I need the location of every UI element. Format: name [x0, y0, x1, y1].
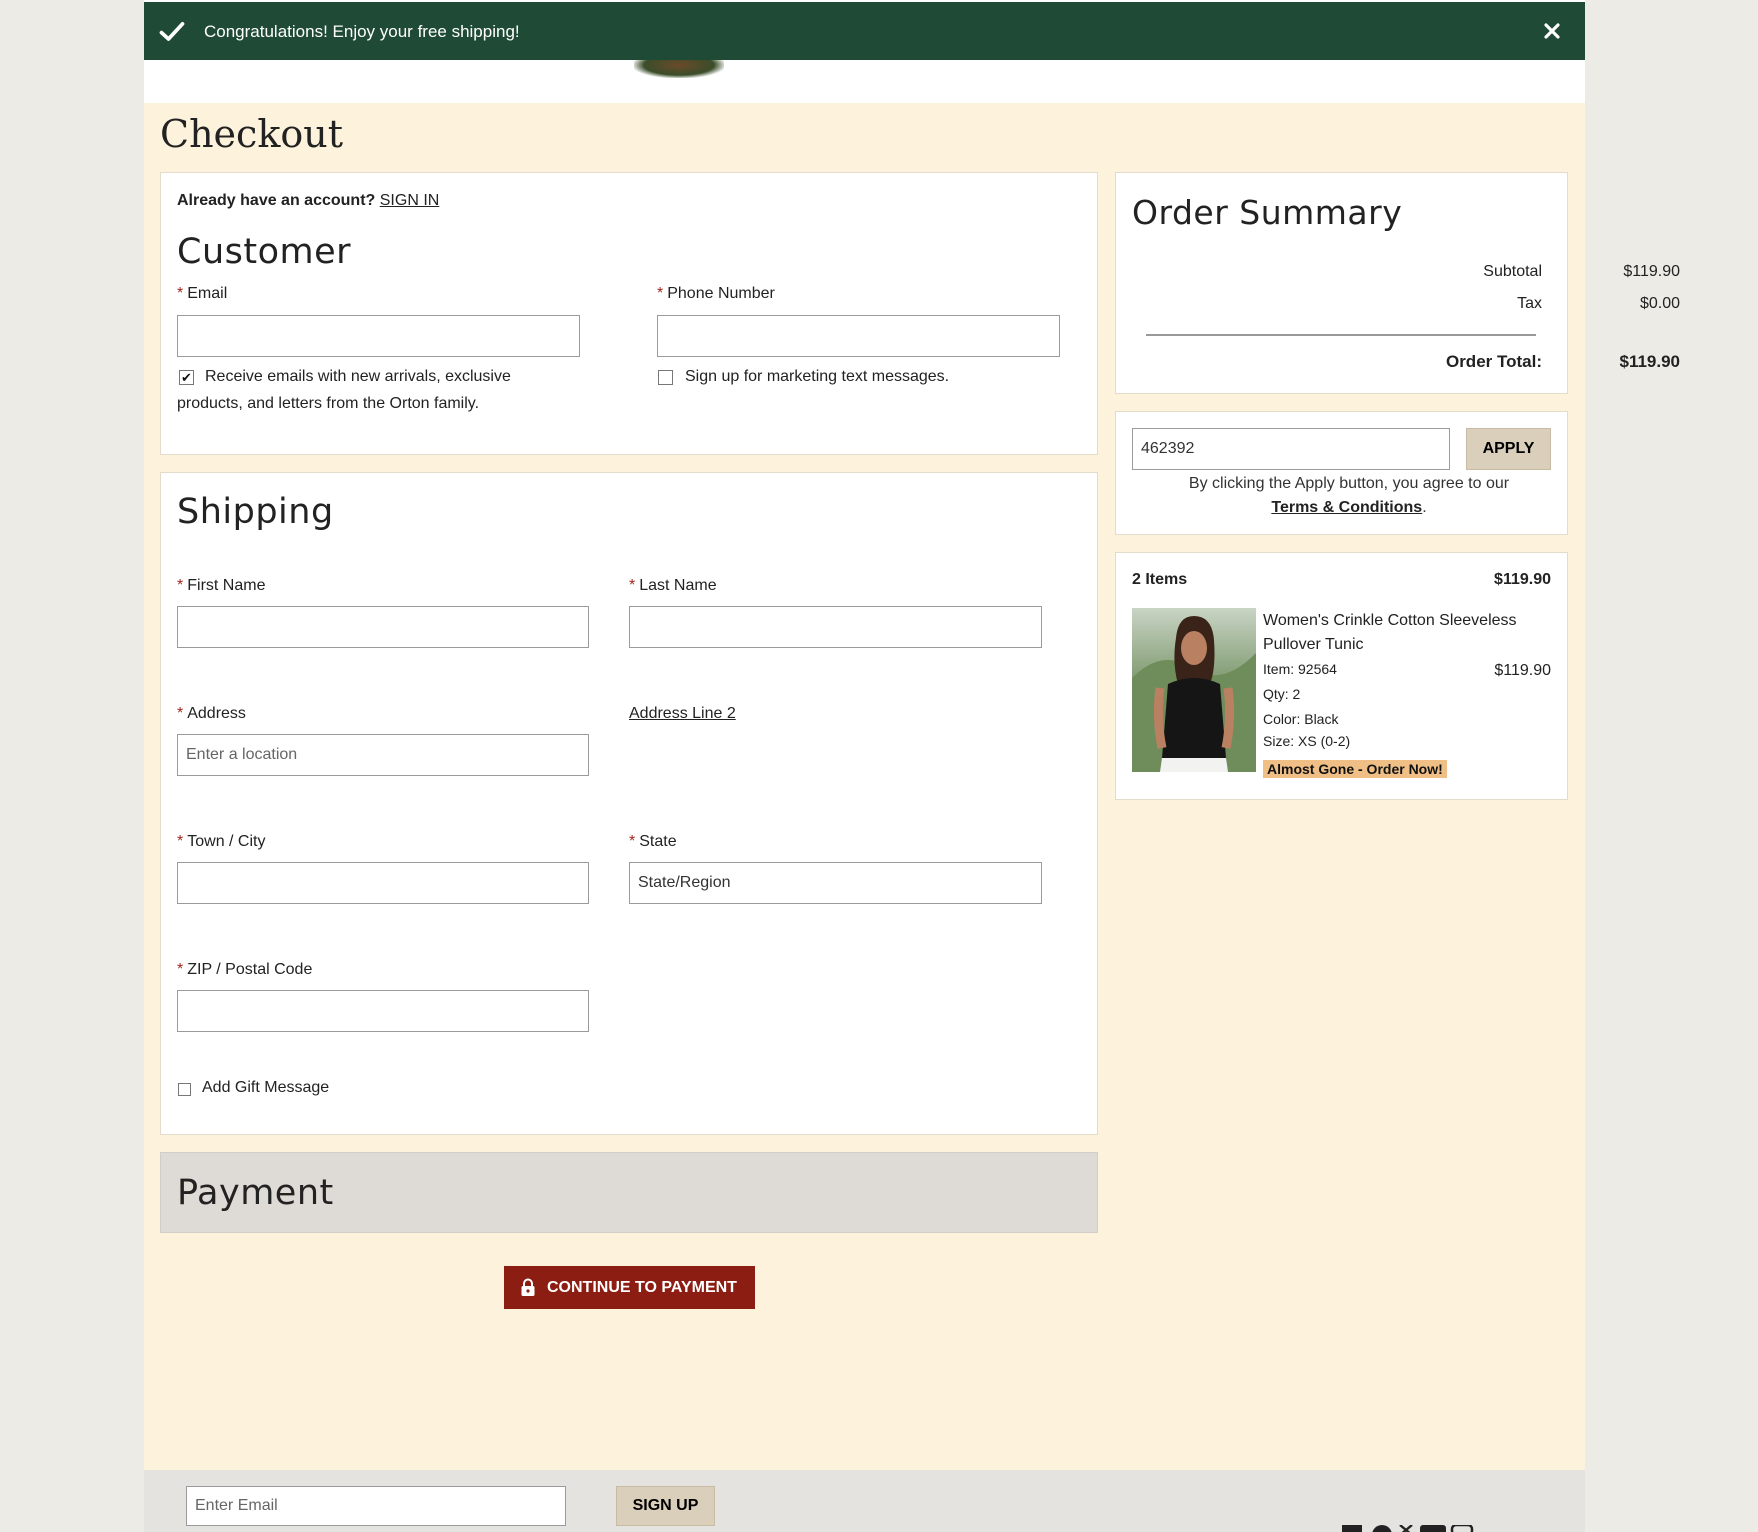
phone-field[interactable] — [657, 315, 1060, 357]
payment-heading: Payment — [177, 1173, 334, 1213]
summary-divider — [1146, 334, 1536, 336]
order-summary-heading: Order Summary — [1132, 193, 1403, 232]
promo-terms-note: By clicking the Apply button, you agree … — [1154, 472, 1544, 520]
account-prompt: Already have an account? SIGN IN — [177, 192, 439, 210]
product-photo-illustration — [1132, 616, 1256, 772]
product-price: $119.90 — [1494, 662, 1551, 679]
low-stock-badge: Almost Gone - Order Now! — [1263, 760, 1447, 778]
product-name-line1: Women's Crinkle Cotton Sleeveless — [1263, 612, 1517, 629]
state-select[interactable] — [629, 862, 1042, 904]
email-label: * Email — [177, 285, 228, 302]
promo-note-text: By clicking the Apply button, you agree … — [1188, 475, 1510, 492]
product-color: Color: Black — [1263, 711, 1339, 727]
zip-label: * ZIP / Postal Code — [177, 961, 313, 978]
page-title: Checkout — [160, 112, 343, 156]
zip-field[interactable] — [177, 990, 589, 1032]
phone-label-text: Phone Number — [667, 285, 775, 302]
shipping-panel — [160, 472, 1098, 1135]
account-prompt-text: Already have an account? — [177, 192, 376, 209]
continue-to-payment-label: CONTINUE TO PAYMENT — [547, 1279, 737, 1296]
facebook-icon — [1342, 1525, 1362, 1532]
first-name-label-text: First Name — [187, 577, 266, 594]
gift-message-label: Add Gift Message — [202, 1079, 330, 1096]
sign-in-link[interactable]: SIGN IN — [380, 192, 440, 209]
address-line2-link[interactable]: Address Line 2 — [629, 705, 736, 723]
city-label: * Town / City — [177, 833, 266, 850]
check-icon — [159, 21, 185, 41]
email-label-text: Email — [187, 285, 228, 302]
email-optin-label: Receive emails with new arrivals, exclus… — [177, 368, 511, 412]
customer-heading: Customer — [177, 232, 352, 272]
banner-message: Congratulations! Enjoy your free shippin… — [204, 22, 520, 41]
first-name-label: * First Name — [177, 577, 266, 594]
product-thumbnail[interactable] — [1132, 608, 1256, 772]
zip-label-text: ZIP / Postal Code — [187, 961, 313, 978]
first-name-field[interactable] — [177, 606, 589, 648]
product-qty: Qty: 2 — [1263, 686, 1301, 702]
product-item-number: Item: 92564 — [1263, 661, 1337, 677]
last-name-field[interactable] — [629, 606, 1042, 648]
terms-link[interactable]: Terms & Conditions — [1271, 499, 1422, 516]
footer-email-field[interactable] — [186, 1486, 566, 1526]
terms-period: . — [1422, 499, 1427, 516]
last-name-label: * Last Name — [629, 577, 717, 594]
shipping-heading: Shipping — [177, 492, 334, 532]
last-name-label-text: Last Name — [639, 577, 717, 594]
address-field[interactable] — [177, 734, 589, 776]
state-label: * State — [629, 833, 677, 850]
state-label-text: State — [639, 833, 677, 850]
address-label-text: Address — [187, 705, 246, 722]
lock-icon — [521, 1278, 535, 1296]
cart-total: $119.90 — [1494, 571, 1551, 588]
youtube-icon — [1420, 1525, 1446, 1532]
city-label-text: Town / City — [187, 833, 266, 850]
apply-button[interactable]: APPLY — [1466, 428, 1551, 470]
close-icon[interactable] — [1541, 20, 1563, 42]
city-field[interactable] — [177, 862, 589, 904]
product-size: Size: XS (0-2) — [1263, 733, 1351, 749]
free-shipping-banner: Congratulations! Enjoy your free shippin… — [144, 2, 1585, 60]
address-label: * Address — [177, 705, 246, 722]
gift-message-checkbox[interactable] — [178, 1083, 191, 1096]
sms-optin-label: Sign up for marketing text messages. — [685, 368, 950, 385]
pinterest-icon — [1372, 1525, 1392, 1532]
footer-signup-button[interactable]: SIGN UP — [616, 1486, 715, 1526]
tax-value: $0.00 — [1639, 295, 1680, 312]
email-field[interactable] — [177, 315, 580, 357]
order-total-value: $119.90 — [1619, 352, 1680, 371]
promo-code-field[interactable] — [1132, 428, 1450, 470]
phone-label: * Phone Number — [657, 285, 775, 302]
footer-signup-bar: SIGN UP — [144, 1470, 1585, 1532]
product-name-line2: Pullover Tunic — [1263, 636, 1364, 653]
checkout-page: Congratulations! Enjoy your free shippin… — [144, 0, 1680, 1532]
instagram-icon — [1450, 1523, 1474, 1532]
continue-to-payment-button[interactable]: CONTINUE TO PAYMENT — [504, 1266, 755, 1309]
product-name[interactable]: Women's Crinkle Cotton Sleeveless Pullov… — [1263, 609, 1517, 657]
x-icon — [1399, 1524, 1413, 1532]
social-icons — [1342, 1522, 1482, 1532]
subtotal-value: $119.90 — [1623, 263, 1680, 280]
sms-optin-checkbox[interactable] — [658, 370, 673, 385]
cart-count: 2 Items — [1132, 571, 1188, 588]
payment-section[interactable]: Payment — [160, 1152, 1098, 1233]
